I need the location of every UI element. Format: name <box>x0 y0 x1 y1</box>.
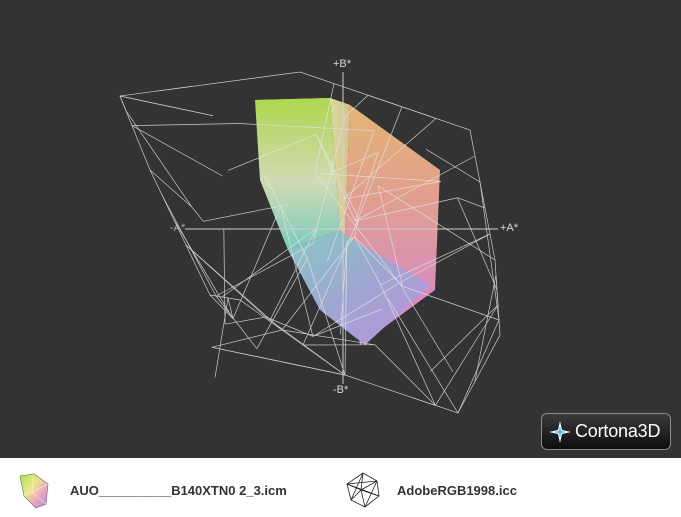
wireframe-edge <box>374 344 436 406</box>
axis-label-b-plus: +B* <box>333 58 352 70</box>
wireframe-edge <box>214 297 229 378</box>
cortona3d-brand: Cortona3D <box>575 421 661 441</box>
legend-item-measured-profile: AUO__________B140XTN0 2_3.icm <box>16 470 287 510</box>
axis-label-a-minus: -A* <box>170 222 186 234</box>
wireframe-edge <box>367 94 437 119</box>
cortona3d-button[interactable]: Cortona3D <box>541 413 671 450</box>
wireframe-edge <box>161 194 217 297</box>
legend-item-reference-profile: AdobeRGB1998.icc <box>343 470 517 510</box>
legend-label-reference-profile: AdobeRGB1998.icc <box>397 482 517 498</box>
wireframe-edge <box>227 297 234 319</box>
wireframe-edge <box>474 274 497 382</box>
wireframe-edge <box>232 206 281 319</box>
legend-bar: AUO__________B140XTN0 2_3.icm AdobeRGB19… <box>0 458 681 517</box>
wireframe-edge <box>457 197 486 209</box>
wireframe-edge <box>215 243 313 297</box>
wireframe-edge <box>131 125 223 177</box>
wireframe-edge <box>387 298 459 414</box>
wireframe-edge <box>131 123 240 126</box>
wireframe-edge <box>191 206 204 222</box>
wireframe-edge <box>149 169 193 208</box>
colored-gamut-solid-icon <box>19 473 49 509</box>
wireframe-edge <box>224 316 266 325</box>
wireframe-edge <box>435 304 499 406</box>
legend-label-measured-profile: AUO__________B140XTN0 2_3.icm <box>70 482 287 498</box>
3d-viewport[interactable]: +B* -B* +A* -A* Cortona3D <box>0 0 681 458</box>
wireframe-edge <box>457 197 498 291</box>
wireframe-edge <box>265 316 346 376</box>
wireframe-edge <box>155 86 193 92</box>
cortona-star-icon <box>549 420 571 443</box>
axis-label-a-plus: +A* <box>500 222 519 234</box>
axis-label-b-minus: -B* <box>333 384 349 396</box>
wireframe-gamut-icon <box>346 472 380 508</box>
wireframe-edge <box>256 258 308 349</box>
wireframe-edge <box>479 181 500 321</box>
wireframe-edge <box>119 95 213 117</box>
wireframe-edge <box>457 319 500 414</box>
colored-gamut-solid <box>255 98 440 345</box>
wireframe-edge <box>119 95 127 111</box>
